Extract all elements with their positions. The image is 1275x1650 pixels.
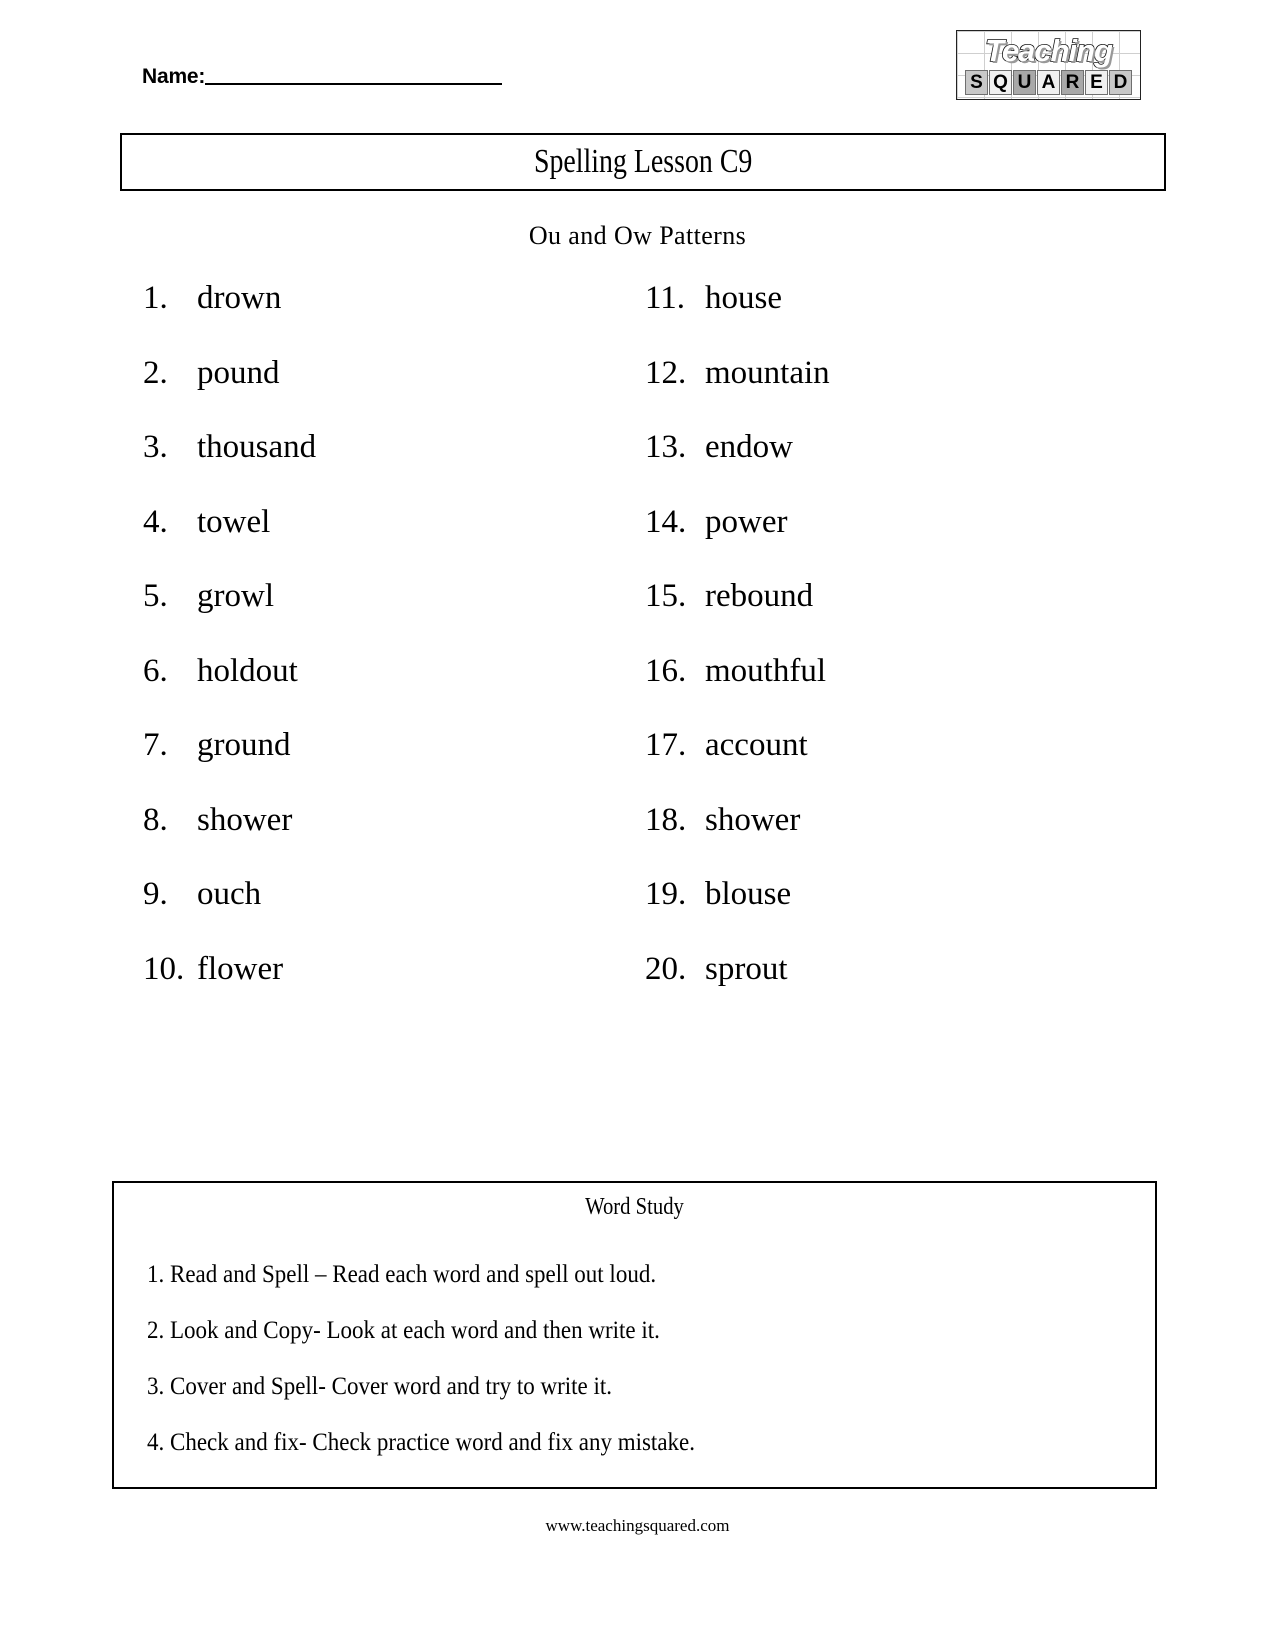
word-text: thousand — [197, 429, 317, 465]
word-text: pound — [197, 354, 280, 391]
word-list-item: 7. ground — [143, 725, 316, 800]
word-number: 4. — [143, 503, 168, 540]
word-text: flower — [197, 950, 284, 987]
word-number: 12. — [645, 354, 687, 391]
word-list-item: 3. thousand — [143, 427, 316, 502]
word-list-item: 14. power — [645, 502, 830, 577]
word-list-item: 9. ouch — [143, 874, 316, 949]
word-number: 3. — [143, 429, 168, 465]
word-list-item: 17. account — [645, 725, 830, 800]
word-number: 17. — [645, 727, 687, 763]
word-list-item: 18. shower — [645, 800, 830, 875]
logo-tiles-squared: S Q U A R E D — [963, 70, 1134, 95]
word-list-item: 4. towel — [143, 502, 316, 577]
word-list-item: 12. mountain — [645, 353, 830, 428]
word-column-right: 11. house 12. mountain 13. endow 14. power 1… — [645, 278, 830, 1023]
word-list-item: 10. flower — [143, 949, 316, 1024]
lesson-subtitle: Ou and Ow Patterns — [528, 221, 747, 250]
word-number: 18. — [645, 801, 687, 838]
word-text: endow — [705, 429, 793, 465]
word-text: sprout — [705, 950, 788, 987]
word-list-item: 6. holdout — [143, 651, 316, 726]
word-text: power — [705, 503, 788, 540]
word-text: mountain — [705, 354, 830, 391]
word-number: 16. — [645, 652, 687, 689]
lesson-title-box: Spelling Lesson C9 — [120, 133, 1166, 191]
word-study-title: Word Study — [585, 1194, 684, 1220]
word-text: drown — [197, 280, 282, 316]
word-study-step: 3. Cover and Spell- Cover word and try t… — [147, 1373, 613, 1400]
logo-tile-letter: S — [965, 70, 988, 95]
word-list-item: 1. drown — [143, 278, 316, 353]
word-text: towel — [197, 503, 271, 540]
logo-wordmark-teaching: Teaching — [984, 32, 1114, 69]
logo-tile-letter: A — [1037, 70, 1060, 95]
word-number: 20. — [645, 950, 687, 987]
word-number: 11. — [645, 280, 686, 316]
word-list-item: 11. house — [645, 278, 830, 353]
word-list-item: 2. pound — [143, 353, 316, 428]
word-study-steps: 1. Read and Spell – Read each word and s… — [114, 1247, 1155, 1471]
footer-website: www.teachingsquared.com — [545, 1516, 730, 1535]
logo-tile-letter: R — [1061, 70, 1084, 95]
word-number: 14. — [645, 503, 687, 540]
word-number: 10. — [143, 950, 185, 987]
word-text: account — [705, 727, 808, 763]
teaching-squared-logo: Teaching S Q U A R E D — [956, 30, 1141, 100]
word-list-item: 8. shower — [143, 800, 316, 875]
logo-tile-letter: Q — [989, 70, 1012, 95]
word-number: 2. — [143, 354, 168, 391]
word-study-step: 2. Look and Copy- Look at each word and … — [147, 1317, 660, 1344]
word-list-item: 15. rebound — [645, 576, 830, 651]
word-number: 13. — [645, 429, 687, 465]
word-number: 1. — [143, 280, 168, 316]
logo-tile-letter: E — [1085, 70, 1108, 95]
word-study-step: 4. Check and fix- Check practice word an… — [147, 1429, 695, 1456]
logo-tile-letter: D — [1109, 70, 1132, 95]
word-number: 8. — [143, 801, 168, 838]
word-text: ouch — [197, 876, 262, 912]
word-study-step: 1. Read and Spell – Read each word and s… — [147, 1261, 657, 1288]
word-list-item: 13. endow — [645, 427, 830, 502]
word-list-item: 20. sprout — [645, 949, 830, 1024]
word-column-left: 1. drown 2. pound 3. thousand 4. towel 5. gro… — [143, 278, 316, 1023]
word-list-item: 16. mouthful — [645, 651, 830, 726]
word-text: mouthful — [705, 652, 826, 689]
word-list-item: 5. growl — [143, 576, 316, 651]
word-text: shower — [197, 801, 293, 838]
word-text: house — [705, 280, 782, 316]
word-number: 6. — [143, 652, 168, 689]
name-label: Name: — [142, 65, 206, 88]
name-write-line[interactable] — [205, 83, 503, 85]
page-title: Spelling Lesson C9 — [533, 143, 753, 180]
word-study-box: Word Study 1. Read and Spell – Read each… — [112, 1181, 1157, 1489]
word-text: growl — [197, 578, 274, 614]
word-text: holdout — [197, 652, 298, 689]
word-number: 15. — [645, 578, 687, 614]
word-list-item: 19. blouse — [645, 874, 830, 949]
word-number: 7. — [143, 727, 168, 763]
word-number: 5. — [143, 578, 168, 614]
word-text: shower — [705, 801, 801, 838]
name-field-row: Name: — [142, 65, 503, 88]
logo-tile-letter: U — [1013, 70, 1036, 95]
word-text: rebound — [705, 578, 814, 614]
word-text: blouse — [705, 876, 792, 912]
word-number: 19. — [645, 876, 687, 912]
word-text: ground — [197, 727, 291, 763]
word-number: 9. — [143, 876, 168, 912]
